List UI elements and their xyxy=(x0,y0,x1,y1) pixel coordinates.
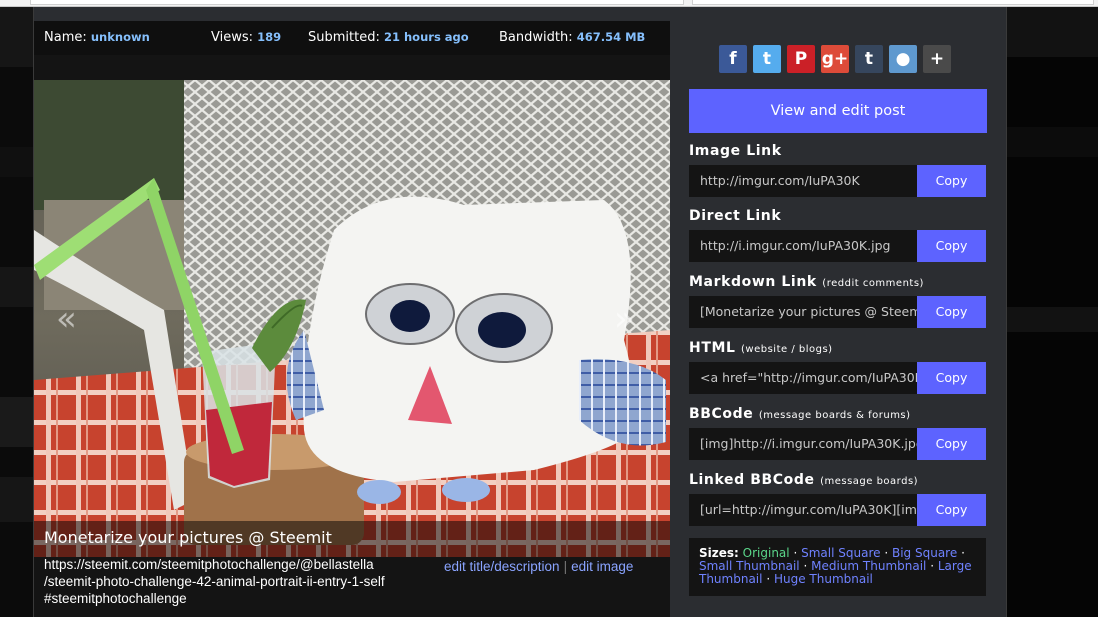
frame-border-right xyxy=(1006,7,1007,617)
size-small-thumbnail-link[interactable]: Small Thumbnail xyxy=(699,559,800,573)
main-image[interactable]: « » xyxy=(34,80,670,557)
markdown-link-input[interactable]: [Monetarize your pictures @ Steemit](htt… xyxy=(689,296,917,328)
stat-bandwidth: Bandwidth: 467.54 MB xyxy=(499,30,646,45)
image-panel: Name: unknown Views: 189 Submitted: 21 h… xyxy=(34,21,670,617)
size-medium-thumbnail-link[interactable]: Medium Thumbnail xyxy=(811,559,926,573)
link-sublabel: (message boards & forums) xyxy=(758,410,911,421)
facebook-icon[interactable]: f xyxy=(719,45,747,73)
page-background-right xyxy=(1006,7,1098,617)
direct-link-group: Direct Link http://i.imgur.com/IuPA30K.j… xyxy=(689,208,987,262)
link-sublabel: (reddit comments) xyxy=(822,278,924,289)
stat-name-value: unknown xyxy=(90,30,150,44)
bbcode-link-group: BBCode (message boards & forums) [img]ht… xyxy=(689,406,987,460)
search-bar-edge xyxy=(692,0,1094,5)
size-huge-thumbnail-link[interactable]: Huge Thumbnail xyxy=(774,572,873,586)
size-original-link[interactable]: Original xyxy=(743,546,790,560)
image-description: https://steemit.com/steemitphotochalleng… xyxy=(44,556,444,607)
pinterest-icon[interactable]: P xyxy=(787,45,815,73)
link-label: Image Link xyxy=(689,143,782,159)
description-line: https://steemit.com/steemitphotochalleng… xyxy=(44,557,374,572)
description-line: /steemit-photo-challenge-42-animal-portr… xyxy=(44,574,385,589)
view-edit-post-button[interactable]: View and edit post xyxy=(689,89,987,133)
next-image-icon[interactable]: » xyxy=(614,302,635,336)
edit-image-link[interactable]: edit image xyxy=(571,559,633,574)
copy-button[interactable]: Copy xyxy=(917,428,986,460)
html-link-group: HTML (website / blogs) <a href="http://i… xyxy=(689,340,987,394)
link-label: Direct Link xyxy=(689,208,782,224)
tumblr-icon[interactable]: t xyxy=(855,45,883,73)
link-sublabel: (website / blogs) xyxy=(741,344,833,355)
copy-button[interactable]: Copy xyxy=(917,230,986,262)
linked-bbcode-input[interactable]: [url=http://imgur.com/IuPA30K][img]http:… xyxy=(689,494,917,526)
html-link-input[interactable]: <a href="http://imgur.com/IuPA30K"><img … xyxy=(689,362,917,394)
address-bar-edge xyxy=(30,0,684,5)
sizes-label: Sizes: xyxy=(699,546,739,560)
owl-pillow-photo xyxy=(34,80,670,557)
edit-title-link[interactable]: edit title/description xyxy=(444,559,560,574)
link-sublabel: (message boards) xyxy=(820,476,919,487)
image-stats-bar: Name: unknown Views: 189 Submitted: 21 h… xyxy=(34,21,670,55)
linked-bbcode-group: Linked BBCode (message boards) [url=http… xyxy=(689,472,987,526)
stat-bandwidth-value: 467.54 MB xyxy=(576,30,646,44)
page-background-left xyxy=(0,7,33,617)
stat-submitted-value: 21 hours ago xyxy=(383,30,469,44)
bbcode-link-input[interactable]: [img]http://i.imgur.com/IuPA30K.jpg[/img… xyxy=(689,428,917,460)
stat-name: Name: unknown xyxy=(44,30,150,45)
image-link-group: Image Link http://imgur.com/IuPA30K Copy xyxy=(689,143,987,197)
edit-links: edit title/description | edit image xyxy=(444,559,633,574)
browser-top-strip xyxy=(0,0,1098,7)
reddit-icon[interactable]: ● xyxy=(889,45,917,73)
previous-image-icon[interactable]: « xyxy=(56,302,77,336)
link-label: Markdown Link (reddit comments) xyxy=(689,274,924,290)
edit-separator: | xyxy=(563,559,568,574)
direct-link-input[interactable]: http://i.imgur.com/IuPA30K.jpg xyxy=(689,230,917,262)
stat-submitted: Submitted: 21 hours ago xyxy=(308,30,469,45)
markdown-link-group: Markdown Link (reddit comments) [Monetar… xyxy=(689,274,987,328)
copy-button[interactable]: Copy xyxy=(917,362,986,394)
copy-button[interactable]: Copy xyxy=(917,165,986,197)
twitter-icon[interactable]: t xyxy=(753,45,781,73)
link-label: Linked BBCode (message boards) xyxy=(689,472,919,488)
copy-button[interactable]: Copy xyxy=(917,494,986,526)
copy-button[interactable]: Copy xyxy=(917,296,986,328)
size-big-square-link[interactable]: Big Square xyxy=(892,546,957,560)
link-label: BBCode (message boards & forums) xyxy=(689,406,911,422)
size-small-square-link[interactable]: Small Square xyxy=(801,546,880,560)
stat-views-value: 189 xyxy=(257,30,282,44)
description-line: #steemitphotochallenge xyxy=(44,591,187,606)
image-caption: Monetarize your pictures @ Steemit xyxy=(34,521,670,557)
image-sizes-box: Sizes: Original · Small Square · Big Squ… xyxy=(689,538,986,596)
google-plus-icon[interactable]: g+ xyxy=(821,45,849,73)
link-label: HTML (website / blogs) xyxy=(689,340,833,356)
image-link-input[interactable]: http://imgur.com/IuPA30K xyxy=(689,165,917,197)
more-icon[interactable]: + xyxy=(923,45,951,73)
social-share-buttons: f t Pg+ t ● + xyxy=(719,45,957,75)
stat-views: Views: 189 xyxy=(211,30,282,45)
